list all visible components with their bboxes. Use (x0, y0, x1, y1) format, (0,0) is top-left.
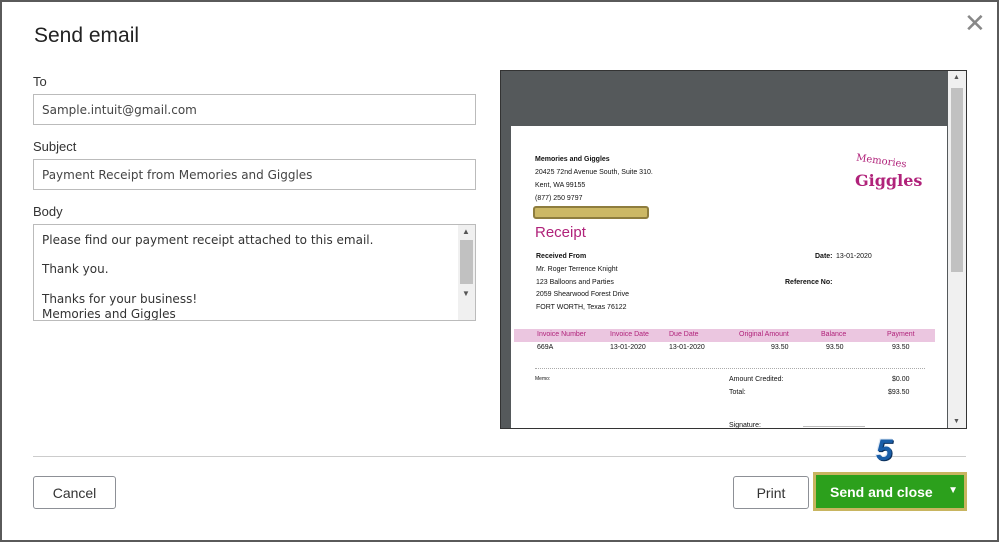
table-cell: 93.50 (771, 344, 789, 351)
dialog-title: Send email (34, 24, 140, 47)
receipt-heading: Receipt (535, 224, 586, 241)
table-cell: 669A (537, 344, 554, 351)
close-icon[interactable]: ✕ (964, 8, 986, 39)
logo-giggles: Giggles (855, 171, 923, 190)
column-header: Invoice Number (537, 331, 587, 338)
table-cell: 13-01-2020 (669, 344, 705, 351)
received-from-label: Received From (536, 253, 587, 260)
customer-line: FORT WORTH, Texas 76122 (536, 304, 627, 311)
memo-label: Memo: (535, 376, 551, 382)
column-header: Payment (887, 331, 915, 338)
company-address2: Kent, WA 99155 (535, 182, 586, 189)
to-label: To (33, 74, 47, 89)
customer-line: 123 Balloons and Parties (536, 279, 614, 286)
print-button[interactable]: Print (733, 476, 809, 509)
date-label: Date: (815, 253, 833, 260)
body-scrollbar[interactable]: ▲ ▼ (458, 225, 475, 320)
chevron-down-icon[interactable]: ▼ (948, 485, 958, 496)
send-and-close-button[interactable]: Send and close ▼ (813, 472, 967, 511)
column-header: Balance (821, 331, 847, 338)
receipt-page: Memories and Giggles 20425 72nd Avenue S… (511, 126, 947, 429)
credited-label: Amount Credited: (729, 376, 784, 383)
customer-line: Mr. Roger Terrence Knight (536, 266, 618, 273)
total-value: $93.50 (888, 389, 910, 396)
to-input[interactable]: Sample.intuit@gmail.com (33, 94, 476, 125)
table-cell: 13-01-2020 (610, 344, 646, 351)
total-label: Total: (729, 389, 746, 396)
logo-memories: Memories (855, 152, 908, 171)
cancel-button[interactable]: Cancel (33, 476, 116, 509)
reference-label: Reference No: (785, 279, 833, 286)
company-name: Memories and Giggles (535, 156, 610, 163)
company-phone: (877) 250 9797 (535, 195, 583, 202)
send-and-close-label: Send and close (830, 483, 933, 500)
column-header: Original Amount (739, 331, 789, 338)
signature-line (803, 426, 865, 427)
signature-label: Signature: (729, 422, 761, 429)
subject-input[interactable]: Payment Receipt from Memories and Giggle… (33, 159, 476, 190)
redacted-highlight (533, 206, 649, 219)
divider (535, 368, 925, 369)
receipt-preview: Memories and Giggles 20425 72nd Avenue S… (500, 70, 967, 429)
preview-scrollbar[interactable]: ▲ ▼ (948, 71, 966, 428)
subject-label: Subject (33, 139, 77, 154)
customer-line: 2059 Shearwood Forest Drive (536, 291, 629, 298)
date-value: 13-01-2020 (836, 253, 872, 260)
footer-divider (33, 456, 966, 457)
credited-value: $0.00 (892, 376, 910, 383)
table-cell: 93.50 (892, 344, 910, 351)
column-header: Invoice Date (610, 331, 649, 338)
send-email-dialog: Send email ✕ To Sample.intuit@gmail.com … (2, 2, 997, 540)
column-header: Due Date (669, 331, 699, 338)
company-address1: 20425 72nd Avenue South, Suite 310. (535, 169, 653, 176)
step-badge: 5 (876, 434, 893, 467)
body-textarea[interactable]: Please find our payment receipt attached… (33, 224, 476, 321)
table-cell: 93.50 (826, 344, 844, 351)
body-label: Body (33, 204, 63, 219)
